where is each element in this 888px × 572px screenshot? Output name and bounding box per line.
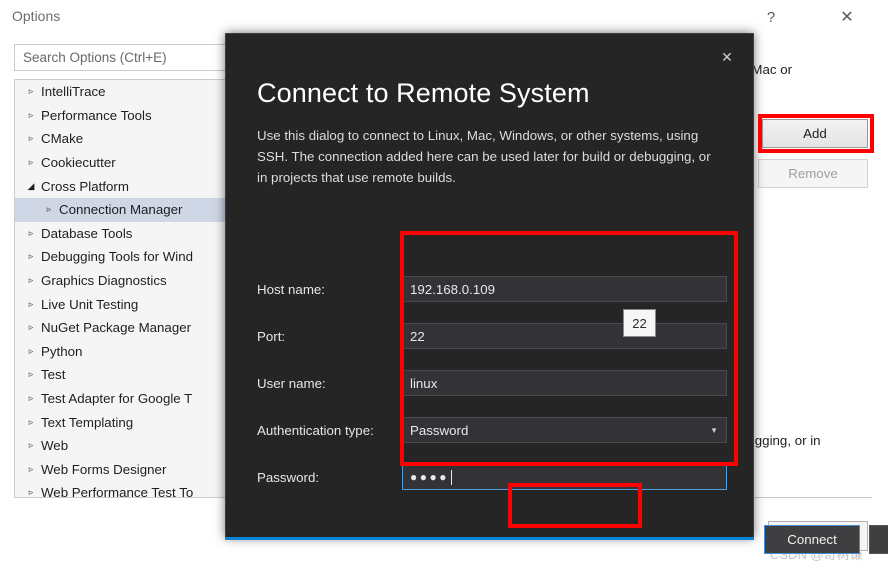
- screen-root: Options ? ✕ Search Options (Ctrl+E) ▹ Int…: [0, 0, 888, 572]
- form-row: Password: ●●●●: [257, 464, 727, 490]
- chevron-right-icon[interactable]: ▹: [41, 205, 57, 214]
- help-icon[interactable]: ?: [748, 0, 794, 34]
- chevron-right-icon[interactable]: ▹: [23, 441, 39, 450]
- sidebar-item-label: Debugging Tools for Wind: [41, 249, 194, 265]
- chevron-right-icon[interactable]: ▹: [23, 134, 39, 143]
- chevron-right-icon[interactable]: ▹: [23, 323, 39, 332]
- chevron-down-icon[interactable]: ◢: [23, 181, 39, 191]
- field-value: 192.168.0.109: [410, 281, 496, 297]
- chevron-right-icon[interactable]: ▹: [23, 158, 39, 167]
- chevron-right-icon[interactable]: ▹: [23, 110, 39, 120]
- connect-button[interactable]: Connect: [764, 525, 860, 554]
- sidebar-item-label: Performance Tools: [41, 107, 152, 123]
- page-title: Options: [12, 8, 61, 24]
- port-input[interactable]: 22: [402, 323, 727, 349]
- chevron-right-icon[interactable]: ▹: [23, 252, 39, 261]
- dialog-description: Use this dialog to connect to Linux, Mac…: [257, 128, 711, 185]
- field-value: ●●●●: [410, 470, 449, 484]
- sidebar-item-label: Web: [41, 438, 69, 454]
- chevron-right-icon[interactable]: ▹: [23, 228, 39, 238]
- dialog-title: Connect to Remote System: [257, 78, 590, 108]
- chevron-right-icon[interactable]: ▹: [23, 276, 39, 285]
- chevron-right-icon[interactable]: ▹: [23, 299, 39, 309]
- sidebar-item-label: Python: [41, 343, 83, 359]
- chevron-down-icon[interactable]: ▼: [710, 426, 718, 435]
- dialog-cancel-button[interactable]: Cancel: [869, 525, 888, 554]
- field-label: User name:: [257, 375, 326, 391]
- sidebar-item-label: Web Performance Test To: [41, 485, 194, 498]
- chevron-right-icon[interactable]: ▹: [23, 87, 39, 96]
- port-tooltip: 22: [623, 309, 656, 337]
- sidebar-item-label: Connection Manager: [59, 202, 183, 218]
- sidebar-item-label: Web Forms Designer: [41, 461, 167, 477]
- divider: [740, 497, 872, 498]
- dialog-close-icon[interactable]: ✕: [713, 44, 741, 70]
- sidebar-item-label: Graphics Diagnostics: [41, 273, 167, 289]
- sidebar-item-label: Test Adapter for Google T: [41, 391, 193, 407]
- sidebar-item-label: CMake: [41, 131, 84, 147]
- sidebar-item-label: Cookiecutter: [41, 155, 116, 171]
- sidebar-item-label: Live Unit Testing: [41, 296, 139, 312]
- field-label: Host name:: [257, 281, 325, 297]
- close-icon[interactable]: ✕: [824, 0, 870, 34]
- field-value: linux: [410, 375, 438, 391]
- chevron-right-icon[interactable]: ▹: [23, 370, 39, 379]
- chevron-right-icon[interactable]: ▹: [23, 464, 39, 474]
- form-row: User name: linux: [257, 370, 727, 396]
- field-label: Authentication type:: [257, 422, 374, 438]
- text-cursor: [451, 469, 452, 485]
- password-input[interactable]: ●●●●: [402, 464, 727, 490]
- form-row: Host name: 192.168.0.109: [257, 276, 727, 302]
- form-row: Port: 22: [257, 323, 727, 349]
- sidebar-item-label: IntelliTrace: [41, 84, 106, 100]
- user-name-input[interactable]: linux: [402, 370, 727, 396]
- remove-button: Remove: [758, 159, 868, 188]
- connect-remote-dialog: ✕ Connect to Remote System Use this dial…: [225, 33, 888, 554]
- sidebar-item-label: Cross Platform: [41, 178, 129, 194]
- form-row: Authentication type: Password ▼: [257, 417, 727, 443]
- field-label: Port:: [257, 328, 286, 344]
- host-name-input[interactable]: 192.168.0.109: [402, 276, 727, 302]
- chevron-right-icon[interactable]: ▹: [23, 488, 39, 497]
- sidebar-item-label: Database Tools: [41, 225, 133, 241]
- chevron-right-icon[interactable]: ▹: [23, 346, 39, 356]
- field-value: 22: [410, 328, 425, 344]
- options-titlebar: Options ? ✕: [0, 0, 888, 34]
- sidebar-item-label: NuGet Package Manager: [41, 320, 192, 336]
- chevron-right-icon[interactable]: ▹: [23, 417, 39, 427]
- sidebar-item-label: Test: [41, 367, 66, 383]
- dialog-accent-bar: [225, 537, 754, 540]
- authentication-type-select[interactable]: Password ▼: [402, 417, 727, 443]
- field-label: Password:: [257, 469, 320, 485]
- sidebar-item-label: Text Templating: [41, 414, 134, 430]
- field-value: Password: [410, 422, 469, 438]
- add-button[interactable]: Add: [762, 119, 868, 148]
- chevron-right-icon[interactable]: ▹: [23, 394, 39, 403]
